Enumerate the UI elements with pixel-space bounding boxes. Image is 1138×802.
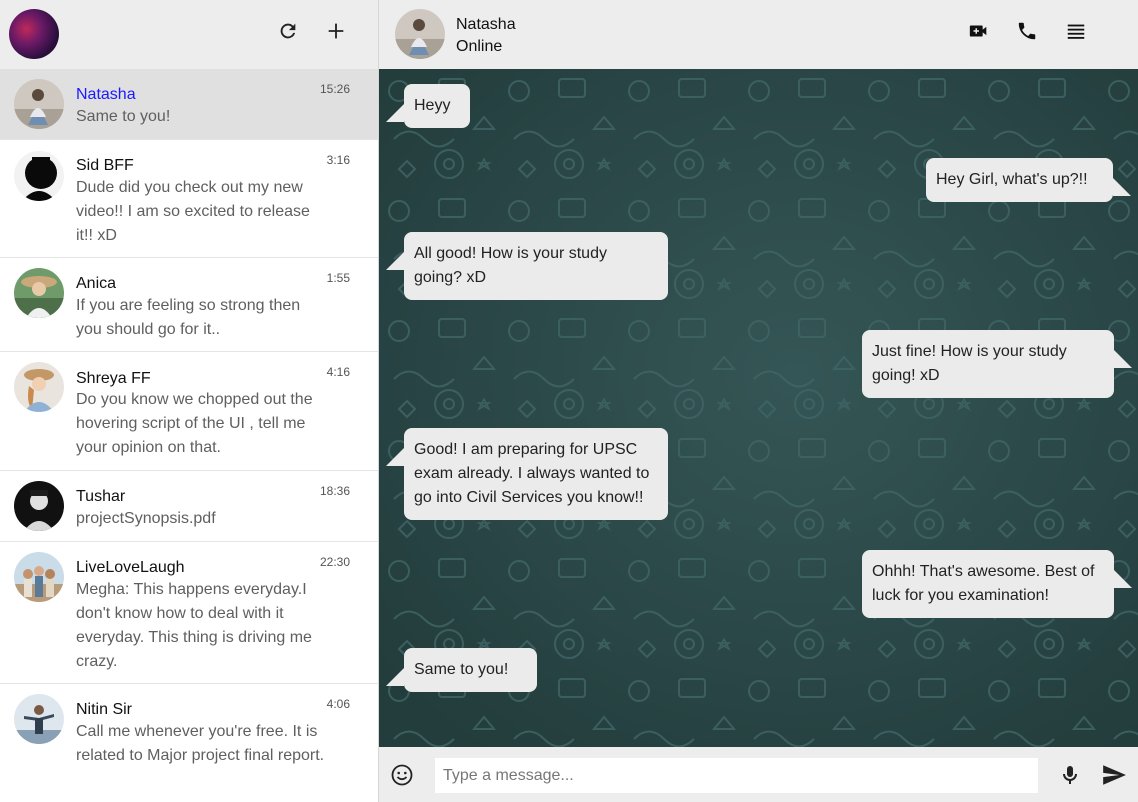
my-profile-avatar[interactable] xyxy=(9,9,59,59)
chat-time: 1:55 xyxy=(326,271,350,285)
message-text: Same to you! xyxy=(414,661,509,678)
chat-last-message: projectSynopsis.pdf xyxy=(76,510,216,527)
chat-last-message: Call me whenever you're free. It is rela… xyxy=(76,723,325,764)
chat-name: Sid BFF xyxy=(76,157,134,174)
message-text: Ohhh! That's awesome. Best of luck for y… xyxy=(872,563,1095,604)
message-incoming: Heyy xyxy=(386,84,470,128)
avatar xyxy=(14,362,64,412)
bubble-tail xyxy=(386,252,404,270)
chat-item-anica[interactable]: Anica 1:55 If you are feeling so strong … xyxy=(0,258,378,352)
chat-item-shreya-ff[interactable]: Shreya FF 4:16 Do you know we chopped ou… xyxy=(0,352,378,471)
chat-name: Tushar xyxy=(76,488,126,505)
chat-item-nitin-sir[interactable]: Nitin Sir 4:06 Call me whenever you're f… xyxy=(0,684,378,802)
bubble-tail xyxy=(1113,178,1131,196)
bubble-tail xyxy=(1114,350,1132,368)
new-chat-button[interactable] xyxy=(323,18,349,44)
message-input[interactable] xyxy=(435,758,1038,793)
message-text: Hey Girl, what's up?!! xyxy=(936,171,1088,188)
bubble-tail xyxy=(386,104,404,122)
chat-item-livelovelaugh[interactable]: LiveLoveLaugh 22:30 Megha: This happens … xyxy=(0,542,378,684)
plus-icon xyxy=(328,23,344,39)
message-incoming: Good! I am preparing for UPSC exam alrea… xyxy=(386,428,668,520)
chat-item-tushar[interactable]: Tushar 18:36 projectSynopsis.pdf xyxy=(0,471,378,542)
video-call-button[interactable] xyxy=(966,18,992,44)
chat-last-message: Same to you! xyxy=(76,108,171,125)
chat-item-sid-bff[interactable]: Sid BFF 3:16 Dude did you check out my n… xyxy=(0,140,378,258)
refresh-button[interactable] xyxy=(275,18,301,44)
message-area[interactable]: Heyy Hey Girl, what's up?!! All good! Ho… xyxy=(379,69,1138,747)
message-text: All good! How is your study going? xD xyxy=(414,245,607,286)
chat-time: 4:16 xyxy=(326,365,350,379)
chat-time: 22:30 xyxy=(319,555,350,569)
menu-icon xyxy=(1067,24,1085,39)
send-icon xyxy=(1103,765,1126,785)
chat-name: Anica xyxy=(76,275,117,292)
chat-time: 15:26 xyxy=(319,82,350,96)
message-outgoing: Just fine! How is your study going! xD xyxy=(862,330,1132,398)
refresh-icon xyxy=(280,23,296,39)
contact-status: Online xyxy=(456,38,503,55)
avatar xyxy=(14,481,64,531)
avatar xyxy=(14,79,64,129)
message-incoming: Same to you! xyxy=(386,648,537,692)
message-text: Heyy xyxy=(414,97,451,114)
contact-avatar[interactable] xyxy=(395,9,445,59)
avatar xyxy=(14,552,64,602)
chat-name: Nitin Sir xyxy=(76,701,133,718)
message-composer xyxy=(379,747,1138,802)
phone-icon xyxy=(1018,22,1036,40)
chat-name: Natasha xyxy=(76,86,136,103)
send-button[interactable] xyxy=(1101,762,1127,788)
sidebar-header xyxy=(0,0,378,69)
bubble-tail xyxy=(386,448,404,466)
chat-time: 3:16 xyxy=(326,153,350,167)
emoji-button[interactable] xyxy=(389,762,415,788)
conversation-header: Natasha Online xyxy=(379,0,1138,69)
menu-button[interactable] xyxy=(1063,18,1089,44)
chat-last-message: Megha: This happens everyday.I don't kno… xyxy=(76,581,312,670)
message-text: Just fine! How is your study going! xD xyxy=(872,343,1067,384)
video-call-icon xyxy=(969,25,987,37)
bubble-tail xyxy=(1114,570,1132,588)
chat-time: 4:06 xyxy=(326,697,350,711)
message-incoming: All good! How is your study going? xD xyxy=(386,232,668,300)
contact-name: Natasha xyxy=(456,16,516,33)
message-text: Good! I am preparing for UPSC exam alrea… xyxy=(414,441,650,506)
avatar xyxy=(14,694,64,744)
mic-button[interactable] xyxy=(1057,762,1083,788)
bubble-tail xyxy=(386,668,404,686)
message-outgoing: Hey Girl, what's up?!! xyxy=(926,158,1131,202)
chat-name: LiveLoveLaugh xyxy=(76,559,185,576)
voice-call-button[interactable] xyxy=(1014,18,1040,44)
emoji-icon xyxy=(391,764,413,786)
mic-icon xyxy=(1063,766,1077,784)
chat-item-natasha[interactable]: Natasha 15:26 Same to you! xyxy=(0,69,378,140)
chat-time: 18:36 xyxy=(319,484,350,498)
avatar xyxy=(14,268,64,318)
message-outgoing: Ohhh! That's awesome. Best of luck for y… xyxy=(862,550,1132,618)
avatar xyxy=(14,151,64,201)
sidebar: Natasha 15:26 Same to you! Sid BFF 3:16 … xyxy=(0,0,379,802)
chat-last-message: Do you know we chopped out the hovering … xyxy=(76,391,313,456)
chat-last-message: If you are feeling so strong then you sh… xyxy=(76,297,301,338)
chat-last-message: Dude did you check out my new video!! I … xyxy=(76,179,310,244)
chat-name: Shreya FF xyxy=(76,370,151,387)
